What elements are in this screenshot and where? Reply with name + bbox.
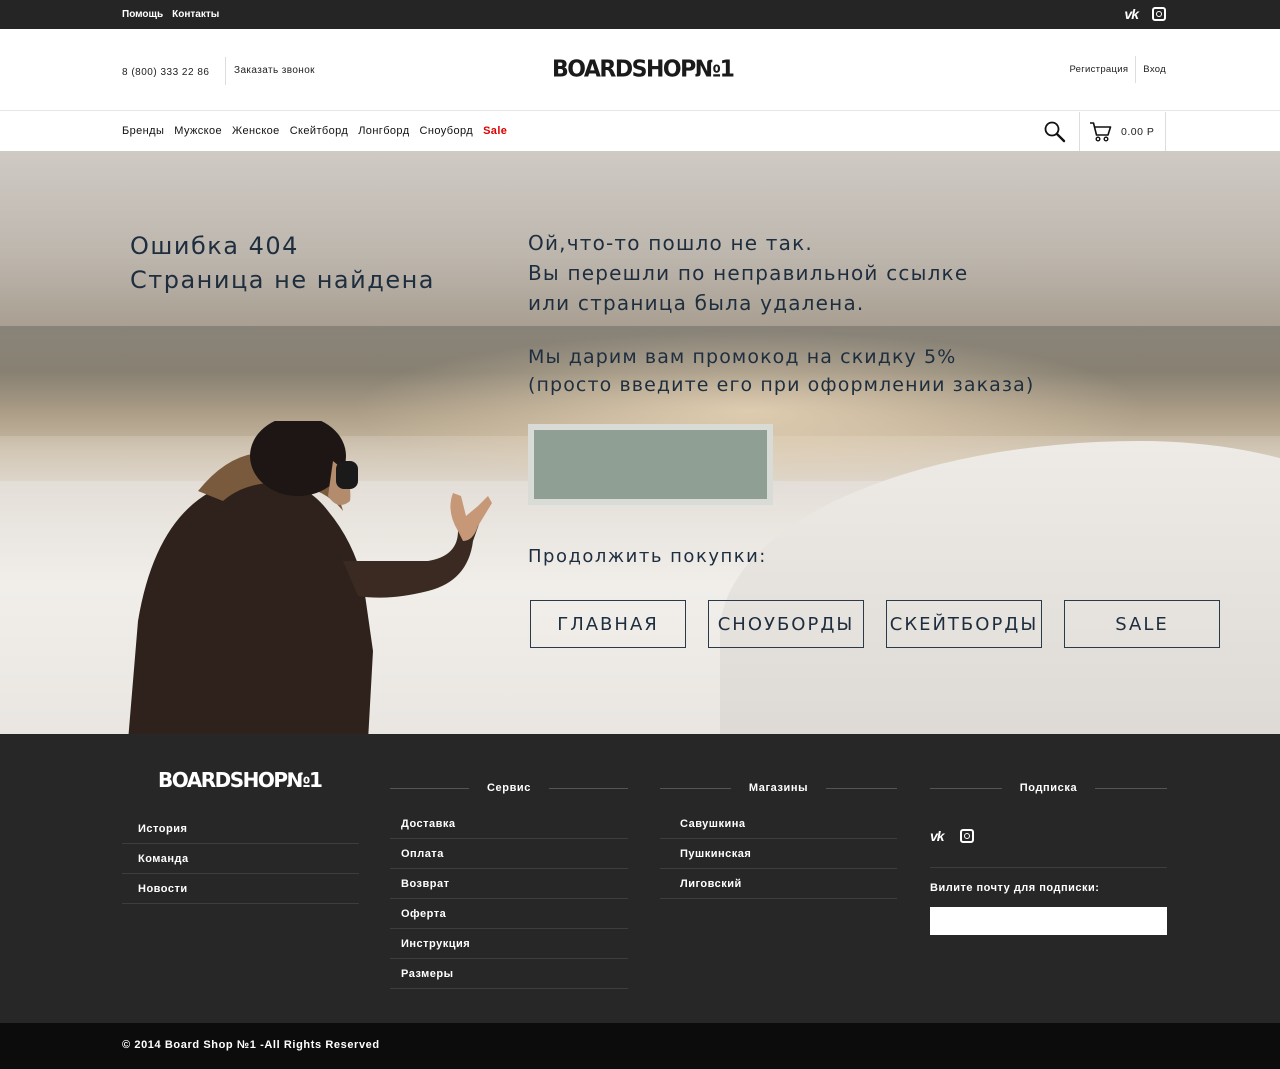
cart-button[interactable]: 0.00 Р xyxy=(1079,112,1166,151)
main-nav: Бренды Мужское Женское Скейтборд Лонгбор… xyxy=(0,112,1280,151)
footer-store-pushkinskaya[interactable]: Пушкинская xyxy=(660,839,897,869)
nav-items: Бренды Мужское Женское Скейтборд Лонгбор… xyxy=(122,125,507,137)
promo-code-box[interactable] xyxy=(528,424,773,505)
help-link[interactable]: Помощь xyxy=(122,9,163,20)
nav-item-brands[interactable]: Бренды xyxy=(122,125,164,137)
nav-item-men[interactable]: Мужское xyxy=(174,125,222,137)
instagram-icon[interactable] xyxy=(959,829,974,843)
home-button[interactable]: ГЛАВНАЯ xyxy=(530,600,686,648)
callback-link[interactable]: Заказать звонок xyxy=(225,57,315,85)
login-link[interactable]: Вход xyxy=(1135,56,1166,83)
vk-icon[interactable]: vk xyxy=(1124,6,1139,22)
subscribe-email-input[interactable] xyxy=(930,907,1167,935)
error-message-line: или страница была удалена. xyxy=(528,291,865,315)
footer-divider xyxy=(930,867,1167,868)
top-social: vk xyxy=(1124,6,1166,22)
footer-social: vk xyxy=(930,826,1167,846)
footer-service-column: Сервис Доставка Оплата Возврат Оферта Ин… xyxy=(390,782,628,989)
contacts-link[interactable]: Контакты xyxy=(172,9,219,20)
phone-number: 8 (800) 333 22 86 xyxy=(122,67,210,78)
footer-subscribe-column: Подписка vk Вилите почту для подписки: xyxy=(930,782,1167,935)
site-footer: BOARDSHOP№1 История Команда Новости Серв… xyxy=(0,734,1280,1023)
nav-item-skateboard[interactable]: Скейтборд xyxy=(290,125,348,137)
footer-link-sizes[interactable]: Размеры xyxy=(390,959,628,989)
footer-link-history[interactable]: История xyxy=(122,814,359,844)
top-bar: Помощь Контакты vk xyxy=(0,0,1280,29)
auth-links: Регистрация Вход xyxy=(1062,56,1166,83)
footer-link-instruction[interactable]: Инструкция xyxy=(390,929,628,959)
site-header: 8 (800) 333 22 86 Заказать звонок BOARDS… xyxy=(0,29,1280,111)
promo-line: (просто введите его при оформлении заказ… xyxy=(528,374,1035,396)
sale-button[interactable]: SALE xyxy=(1064,600,1220,648)
cart-icon xyxy=(1090,122,1112,142)
nav-item-sale[interactable]: Sale xyxy=(483,125,507,137)
nav-item-women[interactable]: Женское xyxy=(232,125,280,137)
nav-item-longboard[interactable]: Лонгборд xyxy=(358,125,409,137)
footer-link-news[interactable]: Новости xyxy=(122,874,359,904)
promo-text: Мы дарим вам промокод на скидку 5% (прос… xyxy=(528,343,1034,399)
error-not-found: Страница не найдена xyxy=(130,266,435,294)
nav-item-snowboard[interactable]: Сноуборд xyxy=(420,125,474,137)
footer-logo[interactable]: BOARDSHOP№1 xyxy=(158,768,323,792)
vk-icon[interactable]: vk xyxy=(930,828,945,844)
footer-link-team[interactable]: Команда xyxy=(122,844,359,874)
continue-shopping-label: Продолжить покупки: xyxy=(528,546,767,567)
continue-buttons: ГЛАВНАЯ СНОУБОРДЫ СКЕЙТБОРДЫ SALE xyxy=(530,600,1220,648)
footer-link-payment[interactable]: Оплата xyxy=(390,839,628,869)
register-link[interactable]: Регистрация xyxy=(1062,56,1135,83)
error-title: Ошибка 404 Страница не найдена xyxy=(130,229,435,297)
copyright-bar: © 2014 Board Shop №1 -All Rights Reserve… xyxy=(0,1023,1280,1069)
error-message: Ой,что-то пошло не так. Вы перешли по не… xyxy=(528,228,968,318)
promo-line: Мы дарим вам промокод на скидку 5% xyxy=(528,346,957,368)
snowboards-button[interactable]: СНОУБОРДЫ xyxy=(708,600,864,648)
footer-store-savushkina[interactable]: Савушкина xyxy=(660,809,897,839)
copyright-text: © 2014 Board Shop №1 -All Rights Reserve… xyxy=(122,1039,380,1051)
footer-link-return[interactable]: Возврат xyxy=(390,869,628,899)
snowboarder-photo xyxy=(128,421,492,734)
footer-subscribe-title: Подписка xyxy=(930,782,1167,794)
footer-link-delivery[interactable]: Доставка xyxy=(390,809,628,839)
footer-link-offer[interactable]: Оферта xyxy=(390,899,628,929)
site-logo[interactable]: BOARDSHOP№1 xyxy=(552,56,735,82)
error-message-line: Ой,что-то пошло не так. xyxy=(528,231,813,255)
footer-stores-column: Магазины Савушкина Пушкинская Лиговский xyxy=(660,782,897,899)
skateboards-button[interactable]: СКЕЙТБОРДЫ xyxy=(886,600,1042,648)
footer-stores-title: Магазины xyxy=(660,782,897,794)
search-icon[interactable] xyxy=(1043,120,1067,144)
footer-about-column: История Команда Новости xyxy=(122,814,359,904)
error-code: Ошибка 404 xyxy=(130,232,299,260)
subscribe-label: Вилите почту для подписки: xyxy=(930,882,1100,894)
top-links: Помощь Контакты xyxy=(122,9,219,20)
hero-404: Ошибка 404 Страница не найдена Ой,что-то… xyxy=(0,151,1280,734)
error-message-line: Вы перешли по неправильной ссылке xyxy=(528,261,969,285)
instagram-icon[interactable] xyxy=(1152,7,1166,21)
footer-store-ligovsky[interactable]: Лиговский xyxy=(660,869,897,899)
footer-service-title: Сервис xyxy=(390,782,628,794)
cart-total: 0.00 Р xyxy=(1121,126,1155,138)
